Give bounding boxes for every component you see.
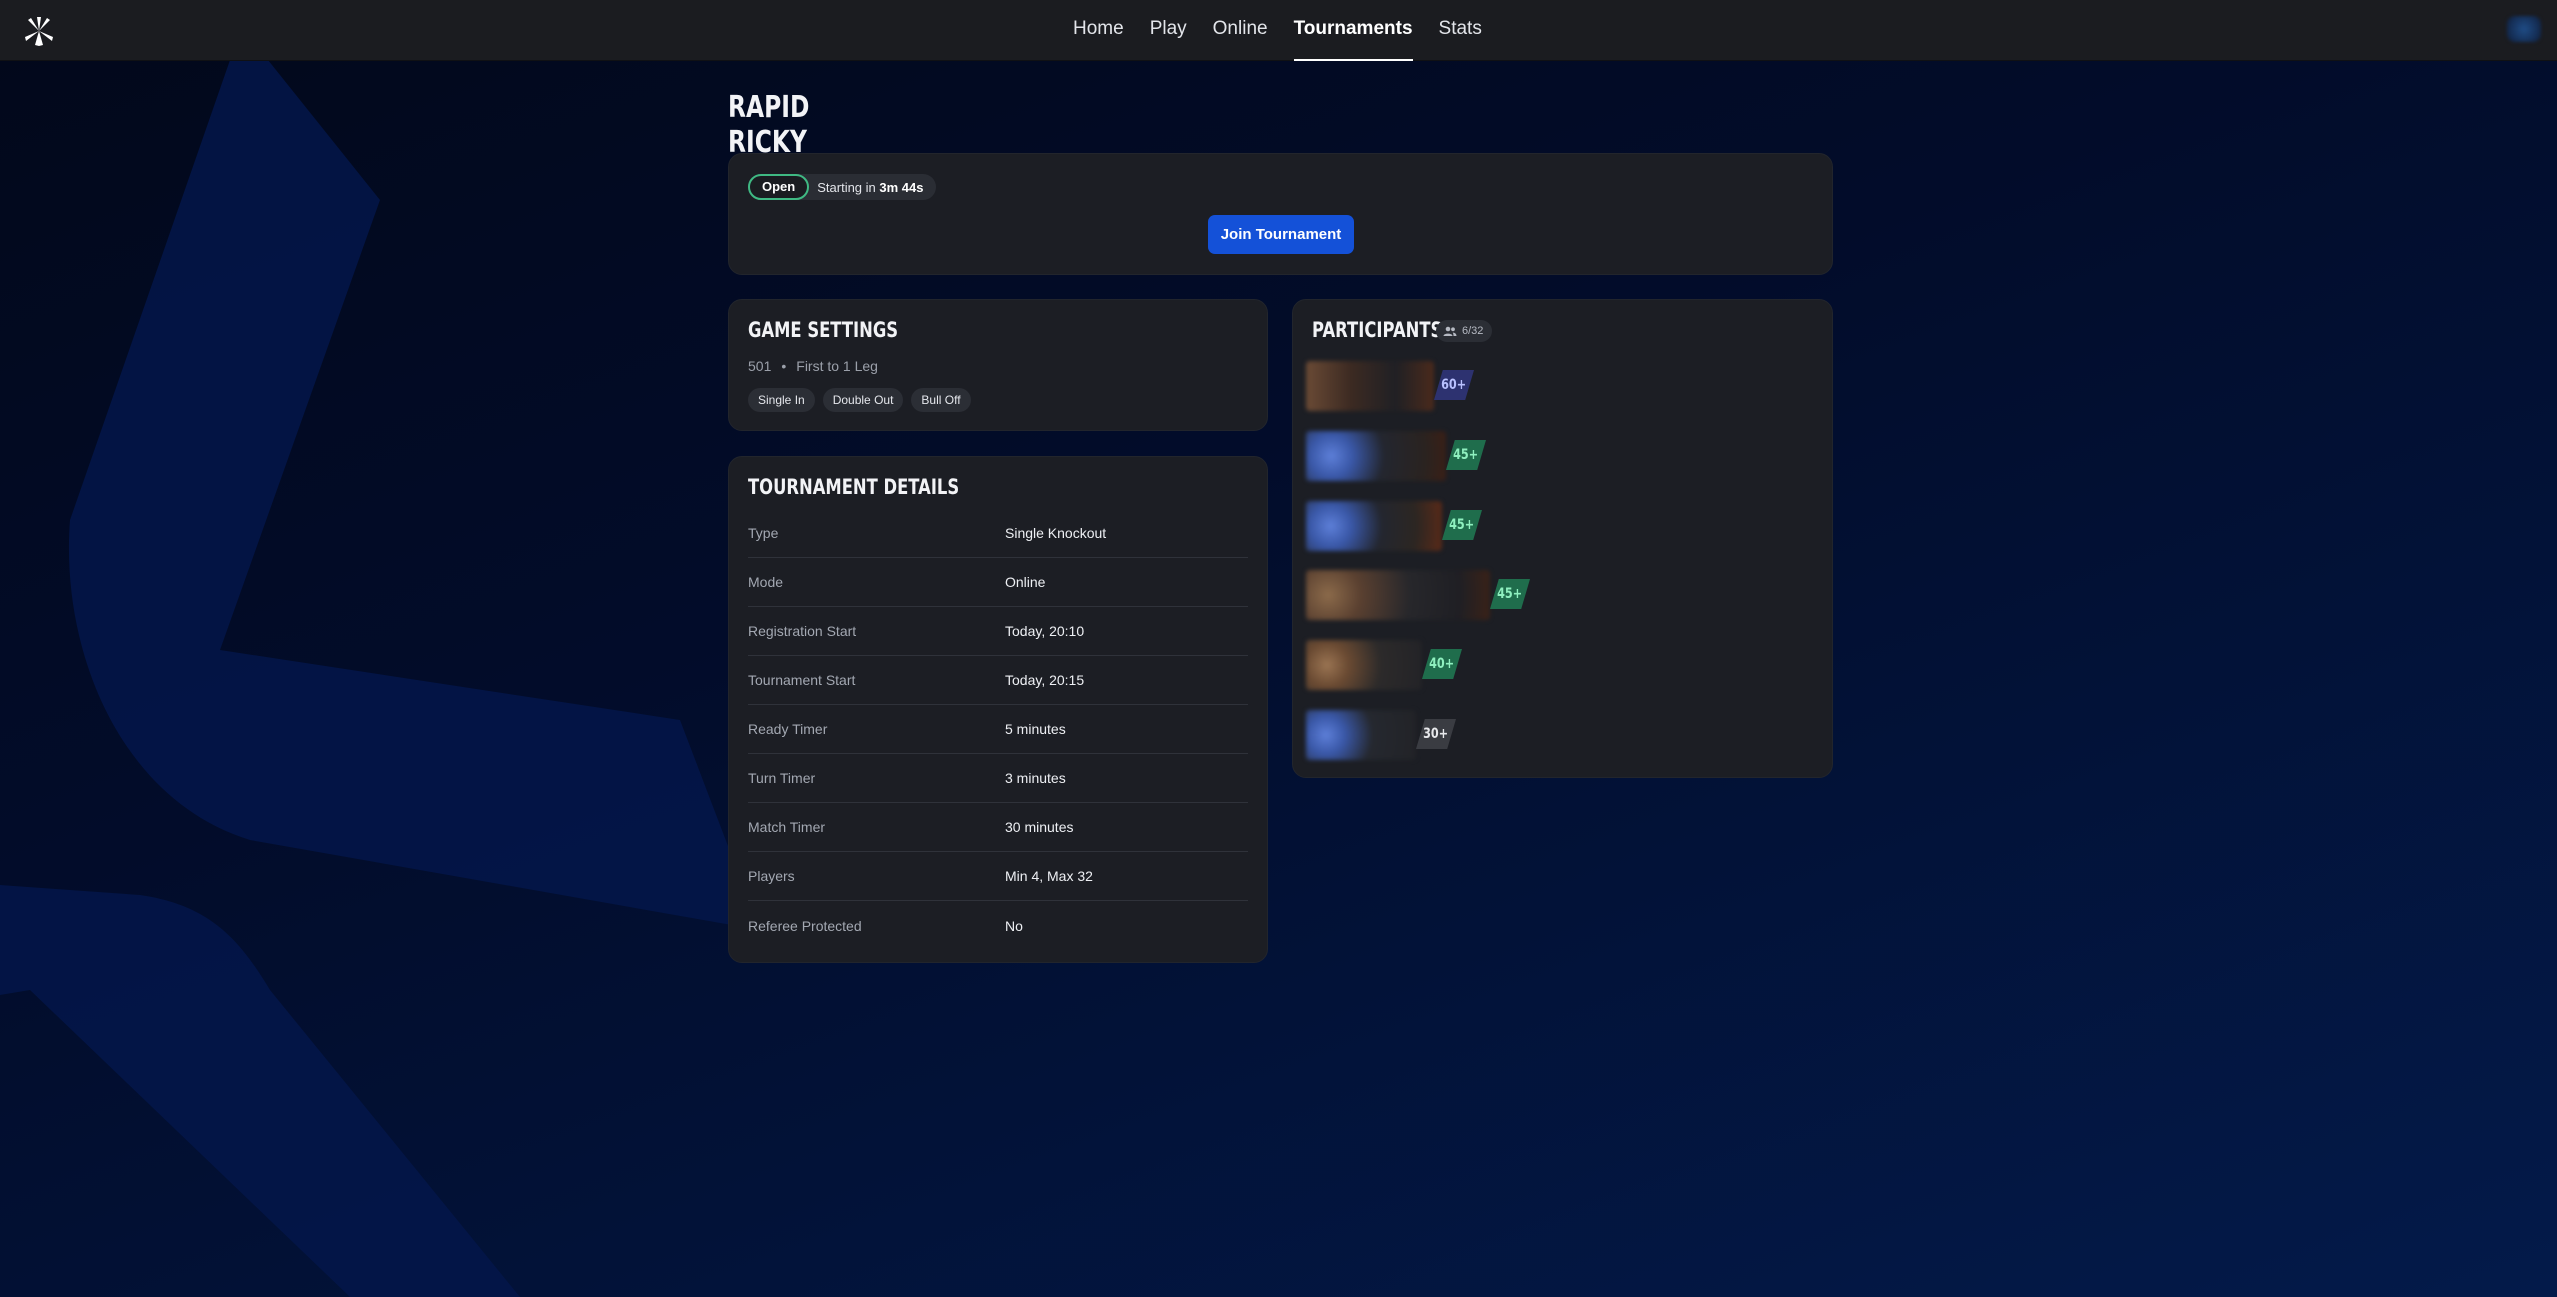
detail-value: 5 minutes [1005,721,1066,737]
detail-label: Ready Timer [748,721,828,737]
game-type: 501 [748,358,772,374]
participant-avatar [1306,640,1422,690]
join-tournament-button[interactable]: Join Tournament [1208,215,1354,254]
detail-label: Match Timer [748,819,826,835]
participant-item[interactable]: 45+ [1306,570,1546,620]
participant-avatar [1306,431,1446,481]
tournament-details-title: TOURNAMENT DETAILS [748,475,960,499]
level-badge: 60+ [1434,370,1474,400]
detail-label: Mode [748,574,784,590]
detail-value: Single Knockout [1005,525,1107,541]
detail-row: Type Single Knockout [748,509,1248,558]
nav-tournaments[interactable]: Tournaments [1281,0,1426,61]
leg-format: First to 1 Leg [796,358,878,374]
top-bar: Home Play Online Tournaments Stats [0,0,2557,61]
nav-play[interactable]: Play [1137,0,1200,61]
participant-avatar [1306,570,1490,620]
detail-label: Tournament Start [748,672,856,688]
level-badge: 45+ [1442,510,1482,540]
nav-home[interactable]: Home [1060,0,1137,61]
participant-avatar [1306,501,1442,551]
nav-stats[interactable]: Stats [1426,0,1495,61]
detail-label: Referee Protected [748,917,862,934]
users-icon [1443,326,1457,336]
detail-label: Type [748,525,779,541]
page-title: RAPID RICKY [728,90,810,160]
game-settings-title: GAME SETTINGS [748,318,899,342]
detail-value: 30 minutes [1005,819,1074,835]
game-settings-card: GAME SETTINGS 501 • First to 1 Leg Single … [728,299,1268,431]
participant-item[interactable]: 45+ [1306,431,1506,481]
detail-row: Tournament Start Today, 20:15 [748,656,1248,705]
participant-item[interactable]: 30+ [1306,710,1496,760]
main-nav: Home Play Online Tournaments Stats [1060,0,1495,61]
countdown-prefix: Starting in [817,179,876,195]
detail-row: Ready Timer 5 minutes [748,705,1248,754]
chip-bull-off: Bull Off [911,388,971,412]
nav-online[interactable]: Online [1200,0,1281,61]
participant-count: 6/32 [1462,325,1484,337]
detail-value: Today, 20:15 [1005,672,1085,688]
details-list: Type Single Knockout Mode Online Registrat… [748,509,1248,950]
level-badge: 45+ [1446,440,1486,470]
detail-row: Players Min 4, Max 32 [748,852,1248,901]
detail-row: Turn Timer 3 minutes [748,754,1248,803]
level-badge: 40+ [1422,649,1462,679]
status-card: Open Starting in 3m 44s Join Tournament [728,153,1833,275]
user-avatar[interactable] [2507,16,2541,42]
game-format: 501 • First to 1 Leg [748,358,878,374]
chip-single-in: Single In [748,388,815,412]
detail-row: Referee Protected No [748,901,1248,950]
detail-value: Online [1005,574,1046,590]
detail-value: Today, 20:10 [1005,623,1085,639]
detail-label: Turn Timer [748,770,816,786]
countdown-time: 3m 44s [879,179,924,195]
tournament-details-card: TOURNAMENT DETAILS Type Single Knockout M… [728,456,1268,963]
status-pill: Open Starting in 3m 44s [748,174,936,200]
participant-item[interactable]: 40+ [1306,640,1496,690]
detail-row: Match Timer 30 minutes [748,803,1248,852]
settings-chips: Single In Double Out Bull Off [748,388,971,412]
detail-value: Min 4, Max 32 [1005,868,1093,884]
detail-label: Registration Start [748,623,857,639]
participants-card: PARTICIPANTS 6/32 60+ 45+ 45+ 45+ 40+ 30… [1292,299,1833,778]
participant-item[interactable]: 45+ [1306,501,1506,551]
participants-title: PARTICIPANTS [1312,318,1443,342]
detail-value: 3 minutes [1005,770,1066,786]
detail-row: Registration Start Today, 20:10 [748,607,1248,656]
participant-avatar [1306,361,1434,411]
participant-count-badge: 6/32 [1436,320,1493,342]
status-badge: Open [748,174,810,200]
countdown: Starting in 3m 44s [817,180,923,195]
detail-label: Players [748,868,795,884]
detail-value: No [1005,917,1023,934]
participant-avatar [1306,710,1416,760]
separator-dot: • [781,358,787,374]
level-badge: 30+ [1416,719,1456,749]
detail-row: Mode Online [748,558,1248,607]
app-logo-icon[interactable] [22,14,56,48]
chip-double-out: Double Out [822,388,904,412]
level-badge: 45+ [1490,579,1530,609]
participant-item[interactable]: 60+ [1306,361,1486,411]
